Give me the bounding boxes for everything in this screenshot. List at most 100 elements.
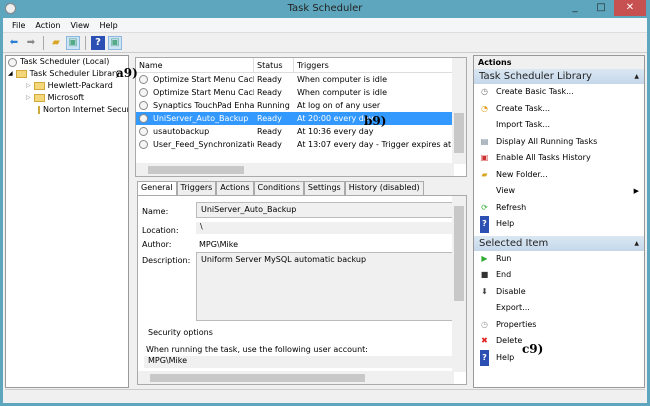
menu-action[interactable]: Action [30,18,65,32]
scroll-thumb[interactable] [148,166,244,174]
task-list: Name Status Triggers Optimize Start Menu… [135,57,467,177]
library-section-header[interactable]: Task Scheduler Library [474,69,644,84]
action-help[interactable]: ? Help [474,216,644,233]
task-row[interactable]: User_Feed_Synchronizatio... Ready At 13:07… [136,138,466,151]
tree-item-folder[interactable]: Norton Internet Secur [6,104,128,116]
task-trigger: At log on of any user [297,101,381,110]
clock-icon [139,101,148,110]
collapsed-arrow-icon[interactable]: ▷ [26,80,31,92]
close-button[interactable]: ✕ [614,0,646,16]
expanded-arrow-icon[interactable]: ◢ [8,68,13,80]
tab-conditions[interactable]: Conditions [253,181,304,195]
back-icon[interactable]: ⬅ [7,36,21,50]
author-value: MPG\Mike [199,240,239,249]
account-label: When running the task, use the following… [146,345,368,354]
selected-action-export[interactable]: Export... [474,300,644,317]
action-label: Run [496,253,512,263]
annotation-a: a9) [116,66,138,80]
forward-icon[interactable]: ➡ [24,36,38,50]
description-field[interactable]: Uniform Server MySQL automatic backup [196,252,458,321]
horizontal-scrollbar[interactable] [136,163,454,176]
delete-icon: ✖ [481,336,488,345]
action-enable-all-tasks-history[interactable]: ▣ Enable All Tasks History [474,150,644,167]
selected-action-properties[interactable]: ◷ Properties [474,317,644,334]
task-row[interactable]: Optimize Start Menu Cach...Ready When com… [136,73,466,86]
folder-icon [38,106,40,114]
tab-general[interactable]: General [137,181,177,195]
actions-pane: Actions Task Scheduler Library ◷ Create B… [473,55,645,388]
selected-action-delete[interactable]: ✖ Delete [474,333,644,350]
action-label: Create Task... [496,103,551,113]
action-display-all-running-tasks[interactable]: ▤ Display All Running Tasks [474,134,644,151]
tab-settings[interactable]: Settings [303,181,345,195]
action-label: New Folder... [496,169,548,179]
enable-history-icon: ▣ [480,153,489,162]
action-label: Help [496,352,515,362]
task-row[interactable]: Synaptics TouchPad Enha... Running At log … [136,99,466,112]
minimize-button[interactable]: _ [562,0,588,16]
menu-file[interactable]: File [7,18,30,32]
column-header-status[interactable]: Status [254,58,294,72]
selected-action-disable[interactable]: ⬇ Disable [474,284,644,301]
task-name: UniServer_Auto_Backup [136,112,254,125]
task-row[interactable]: UniServer_Auto_Backup Ready At 20:00 every… [136,112,466,125]
show-hide-console-tree-icon[interactable]: ▣ [66,35,80,50]
show-hide-action-pane-icon[interactable]: ▣ [108,35,122,50]
selected-item-section-header[interactable]: Selected Item [474,235,644,251]
action-view[interactable]: View ▶ [474,183,644,200]
selected-action-help[interactable]: ? Help [474,349,644,366]
collapsed-arrow-icon[interactable]: ▷ [26,92,31,104]
selected-action-run[interactable]: ▶ Run [474,251,644,268]
task-row[interactable]: usautobackup Ready At 10:36 every day [136,125,466,138]
location-label: Location: [142,226,179,235]
scroll-thumb[interactable] [454,113,464,153]
clock-icon [139,88,148,97]
help-icon: ? [480,349,489,366]
tree-label: Microsoft [47,93,85,102]
name-field[interactable]: UniServer_Auto_Backup [196,202,458,218]
tab-history[interactable]: History (disabled) [344,181,424,195]
action-new-folder[interactable]: ▰ New Folder... [474,167,644,184]
scroll-thumb[interactable] [454,206,464,301]
scroll-thumb[interactable] [150,374,365,382]
tree-item-folder[interactable]: ▷ Microsoft [6,92,128,104]
clock-icon [139,114,148,123]
task-trigger: When computer is idle [297,88,388,97]
center-pane: Name Status Triggers Optimize Start Menu… [133,55,469,388]
tab-triggers[interactable]: Triggers [176,181,217,195]
end-icon: ■ [480,270,489,279]
author-label: Author: [142,240,172,249]
clock-app-icon [5,3,16,14]
clock-icon [139,75,148,84]
action-import-task[interactable]: Import Task... [474,117,644,134]
clock-icon [139,127,148,136]
tree-item-library[interactable]: ◢ Task Scheduler Library [6,68,128,80]
detail-horizontal-scrollbar[interactable] [138,371,454,384]
tree-item-root[interactable]: Task Scheduler (Local) [6,56,128,68]
action-create-basic-task[interactable]: ◷ Create Basic Task... [474,84,644,101]
column-header-name[interactable]: Name [136,58,254,72]
task-name: Synaptics TouchPad Enha... [136,99,254,112]
menu-view[interactable]: View [65,18,94,32]
tree-item-folder[interactable]: ▷ Hewlett-Packard [6,80,128,92]
account-value: MPG\Mike [144,356,458,368]
task-trigger: When computer is idle [297,75,388,84]
column-header-triggers[interactable]: Triggers [294,58,454,72]
maximize-button[interactable]: □ [588,0,614,16]
menu-help[interactable]: Help [94,18,122,32]
selected-action-end[interactable]: ■ End [474,267,644,284]
create-basic-task-icon: ◷ [481,87,488,96]
task-row[interactable]: Optimize Start Menu Cach...Ready When com… [136,86,466,99]
up-folder-icon[interactable]: ▰ [49,36,63,50]
help-icon[interactable]: ? [91,35,105,50]
action-create-task[interactable]: ◔ Create Task... [474,101,644,118]
run-icon: ▶ [481,253,488,263]
action-label: Delete [496,336,523,345]
vertical-scrollbar[interactable] [452,58,466,164]
create-task-icon: ◔ [481,103,488,113]
action-refresh[interactable]: ⟳ Refresh [474,200,644,217]
tab-actions[interactable]: Actions [216,181,254,195]
tree-label: Task Scheduler (Local) [20,57,110,66]
detail-vertical-scrollbar[interactable] [452,196,466,372]
toolbar-separator [43,35,44,50]
